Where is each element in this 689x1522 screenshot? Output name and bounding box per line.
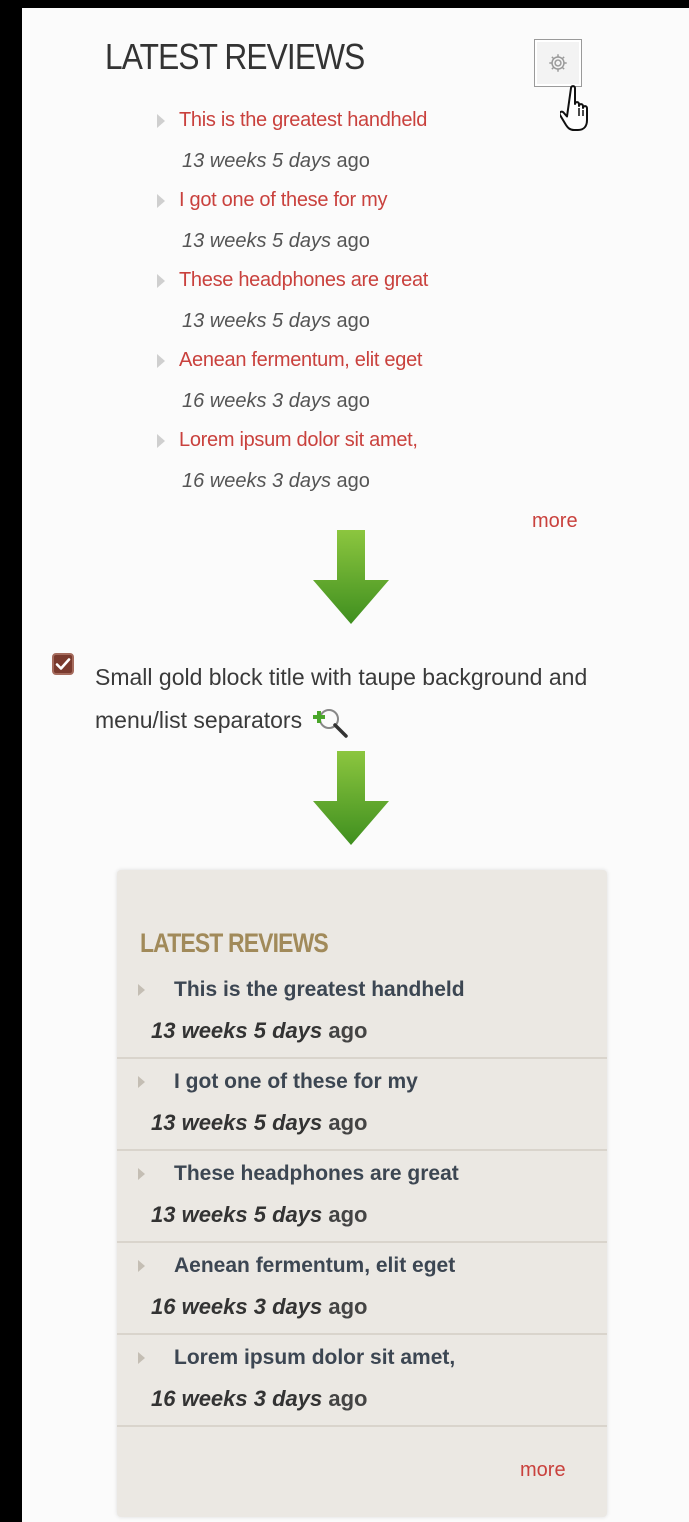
review-age: 16 weeks 3 days ago xyxy=(151,1386,368,1411)
checkmark-icon xyxy=(55,658,71,670)
list-item: Aenean fermentum, elit eget 16 weeks 3 d… xyxy=(117,1241,607,1333)
review-age: 16 weeks 3 days ago xyxy=(151,1294,368,1319)
list-item: Lorem ipsum dolor sit amet, 16 weeks 3 d… xyxy=(157,424,557,504)
bullet-arrow-icon xyxy=(157,274,165,288)
style-option-label: Small gold block title with taupe backgr… xyxy=(95,656,685,742)
review-age: 13 weeks 5 days ago xyxy=(151,1202,368,1227)
review-age: 13 weeks 5 days ago xyxy=(182,310,370,332)
review-age: 13 weeks 5 days ago xyxy=(151,1110,368,1135)
configure-block-button[interactable] xyxy=(534,39,582,87)
bullet-arrow-icon xyxy=(138,1076,145,1088)
review-age: 16 weeks 3 days ago xyxy=(182,470,370,492)
review-link[interactable]: This is the greatest handheld xyxy=(174,978,465,1002)
bullet-arrow-icon xyxy=(138,984,145,996)
gear-icon xyxy=(549,54,567,72)
reviews-list: This is the greatest handheld 13 weeks 5… xyxy=(157,104,557,504)
bullet-arrow-icon xyxy=(157,194,165,208)
review-age: 16 weeks 3 days ago xyxy=(182,390,370,412)
hand-cursor-icon xyxy=(560,85,588,131)
review-age: 13 weeks 5 days ago xyxy=(182,230,370,252)
review-age: 13 weeks 5 days ago xyxy=(182,150,370,172)
review-link[interactable]: Lorem ipsum dolor sit amet, xyxy=(179,429,418,452)
review-link[interactable]: These headphones are great xyxy=(179,269,428,292)
bullet-arrow-icon xyxy=(157,434,165,448)
review-link[interactable]: I got one of these for my xyxy=(174,1070,418,1094)
more-link[interactable]: more xyxy=(532,510,578,533)
review-link[interactable]: Aenean fermentum, elit eget xyxy=(179,349,422,372)
list-item: I got one of these for my 13 weeks 5 day… xyxy=(157,184,557,264)
bullet-arrow-icon xyxy=(138,1352,145,1364)
bullet-arrow-icon xyxy=(157,114,165,128)
page-canvas: LATEST REVIEWS This is the greatest hand… xyxy=(22,8,689,1522)
zoom-plus-icon[interactable] xyxy=(310,706,350,738)
styled-block-preview: LATEST REVIEWS This is the greatest hand… xyxy=(117,870,607,1517)
bullet-arrow-icon xyxy=(138,1168,145,1180)
review-link[interactable]: These headphones are great xyxy=(174,1162,459,1186)
bullet-arrow-icon xyxy=(138,1260,145,1272)
review-link[interactable]: This is the greatest handheld xyxy=(179,109,427,132)
list-item: These headphones are great 13 weeks 5 da… xyxy=(157,264,557,344)
list-item: This is the greatest handheld 13 weeks 5… xyxy=(117,967,607,1057)
down-arrow-icon xyxy=(313,751,389,845)
review-link[interactable]: Lorem ipsum dolor sit amet, xyxy=(174,1346,455,1370)
more-link[interactable]: more xyxy=(520,1459,566,1482)
list-item: Aenean fermentum, elit eget 16 weeks 3 d… xyxy=(157,344,557,424)
review-age: 13 weeks 5 days ago xyxy=(151,1018,368,1043)
down-arrow-icon xyxy=(313,530,389,624)
list-item: This is the greatest handheld 13 weeks 5… xyxy=(157,104,557,184)
list-item: These headphones are great 13 weeks 5 da… xyxy=(117,1149,607,1241)
list-item: I got one of these for my 13 weeks 5 day… xyxy=(117,1057,607,1149)
block-title: LATEST REVIEWS xyxy=(105,36,365,77)
styled-reviews-list: This is the greatest handheld 13 weeks 5… xyxy=(117,967,607,1427)
styled-block-title: LATEST REVIEWS xyxy=(140,928,329,958)
bullet-arrow-icon xyxy=(157,354,165,368)
list-item: Lorem ipsum dolor sit amet, 16 weeks 3 d… xyxy=(117,1333,607,1427)
style-option-checkbox[interactable] xyxy=(52,653,74,675)
review-link[interactable]: Aenean fermentum, elit eget xyxy=(174,1254,455,1278)
review-link[interactable]: I got one of these for my xyxy=(179,189,387,212)
